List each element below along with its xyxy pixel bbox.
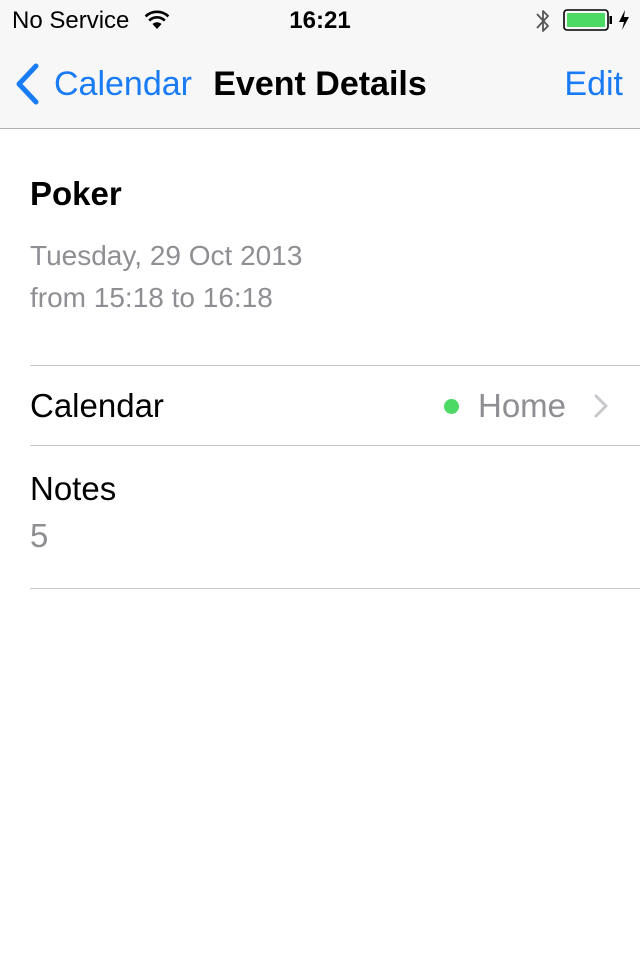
- navigation-bar: Calendar Event Details Edit: [0, 40, 640, 128]
- calendar-row-label: Calendar: [30, 387, 164, 424]
- back-button-label: Calendar: [54, 65, 192, 103]
- battery-icon: [563, 9, 612, 31]
- chevron-left-icon: [16, 63, 39, 105]
- chevron-right-icon: [594, 394, 608, 418]
- notes-value: 5: [30, 517, 49, 554]
- event-date: Tuesday, 29 Oct 2013: [30, 240, 303, 271]
- back-button[interactable]: Calendar: [14, 62, 192, 106]
- calendar-color-dot: [444, 399, 459, 414]
- status-bar: No Service 16:21: [0, 0, 640, 40]
- bluetooth-icon: [536, 10, 549, 32]
- charging-bolt-icon: [619, 10, 629, 30]
- calendar-row[interactable]: Calendar Home: [0, 366, 640, 445]
- edit-button[interactable]: Edit: [564, 62, 623, 106]
- header: No Service 16:21 Calendar Event Details …: [0, 0, 640, 129]
- notes-label: Notes: [30, 470, 117, 507]
- event-title: Poker: [30, 175, 122, 212]
- divider: [30, 445, 640, 446]
- divider: [30, 588, 640, 589]
- event-time-range: from 15:18 to 16:18: [30, 282, 273, 313]
- calendar-row-value: Home: [478, 387, 567, 424]
